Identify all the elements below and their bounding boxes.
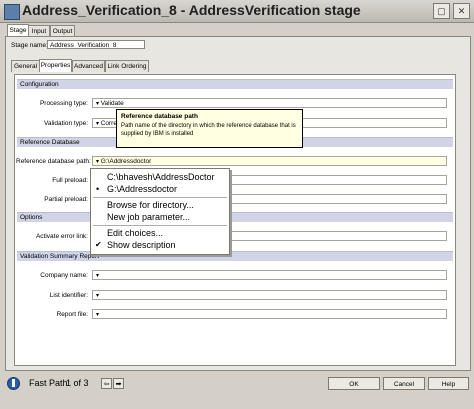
validation-type-label: Validation type: [44,120,88,127]
menu-separator [93,225,227,226]
next-arrow-icon[interactable]: ➡ [113,378,124,389]
section-validation-summary-report: Validation Summary Report [17,251,453,261]
previous-arrow-icon[interactable]: ⇦ [101,378,112,389]
menu-item-edit-choices[interactable]: Edit choices... [91,227,229,239]
list-identifier-field[interactable]: ▾ [92,290,447,300]
dropdown-arrow-icon: ▾ [96,312,100,318]
selected-bullet-icon: • [96,184,100,194]
cancel-button[interactable]: Cancel [383,377,425,390]
dropdown-arrow-icon: ▾ [96,293,100,299]
reference-database-path-label: Reference database path: [16,158,91,165]
fast-path-label: Fast Path: [29,378,71,388]
processing-type-label: Processing type: [39,100,88,107]
menu-separator [93,197,227,198]
checkmark-icon: ✔ [95,240,102,249]
help-button[interactable]: Help [428,377,469,390]
section-configuration: Configuration [17,79,453,89]
report-file-field[interactable]: ▾ [92,309,447,319]
partial-preload-label: Partial preload: [44,196,88,203]
info-icon-glyph [12,379,15,387]
menu-item-show-description[interactable]: ✔ Show description [91,239,229,251]
description-tooltip: Reference database path Path name of the… [116,109,303,148]
section-options: Options [17,212,453,222]
dropdown-arrow-icon: ▾ [96,273,100,279]
processing-type-field[interactable]: ▾ Validate [92,98,447,108]
maximize-button[interactable]: ▢ [433,3,450,19]
tab-link-ordering[interactable]: Link Ordering [105,60,149,72]
fast-path-position: 1 of 3 [66,378,89,388]
tab-advanced[interactable]: Advanced [72,60,105,72]
activate-error-link-label: Activate error link: [35,233,88,240]
company-name-field[interactable]: ▾ [92,270,447,280]
menu-item-new-job-parameter[interactable]: New job parameter... [91,211,229,223]
window-title: Address_Verification_8 - AddressVerifica… [22,2,361,18]
company-name-label: Company name: [40,272,88,279]
reference-database-path-field[interactable]: ▾ G:\Addressdoctor [92,156,447,166]
menu-item-browse-directory[interactable]: Browse for directory... [91,199,229,211]
ok-button[interactable]: OK [328,377,380,390]
stage-icon [4,4,20,20]
stage-name-label: Stage name: [11,42,48,49]
stage-name-field[interactable]: Address_Verification_8 [47,40,145,49]
report-file-label: Report file: [56,311,88,318]
tooltip-body: Path name of the directory in which the … [121,123,296,137]
tab-general[interactable]: General [11,60,40,72]
close-button[interactable]: ✕ [453,3,470,19]
menu-item-path-1[interactable]: C:\bhavesh\AddressDoctor [91,171,229,183]
path-choices-menu: C:\bhavesh\AddressDoctor • G:\Addressdoc… [90,168,230,255]
menu-item-path-2[interactable]: • G:\Addressdoctor [91,183,229,195]
full-preload-label: Full preload: [52,177,88,184]
list-identifier-label: List identifier: [49,292,88,299]
tooltip-title: Reference database path [121,113,198,120]
tab-properties[interactable]: Properties [39,59,72,72]
